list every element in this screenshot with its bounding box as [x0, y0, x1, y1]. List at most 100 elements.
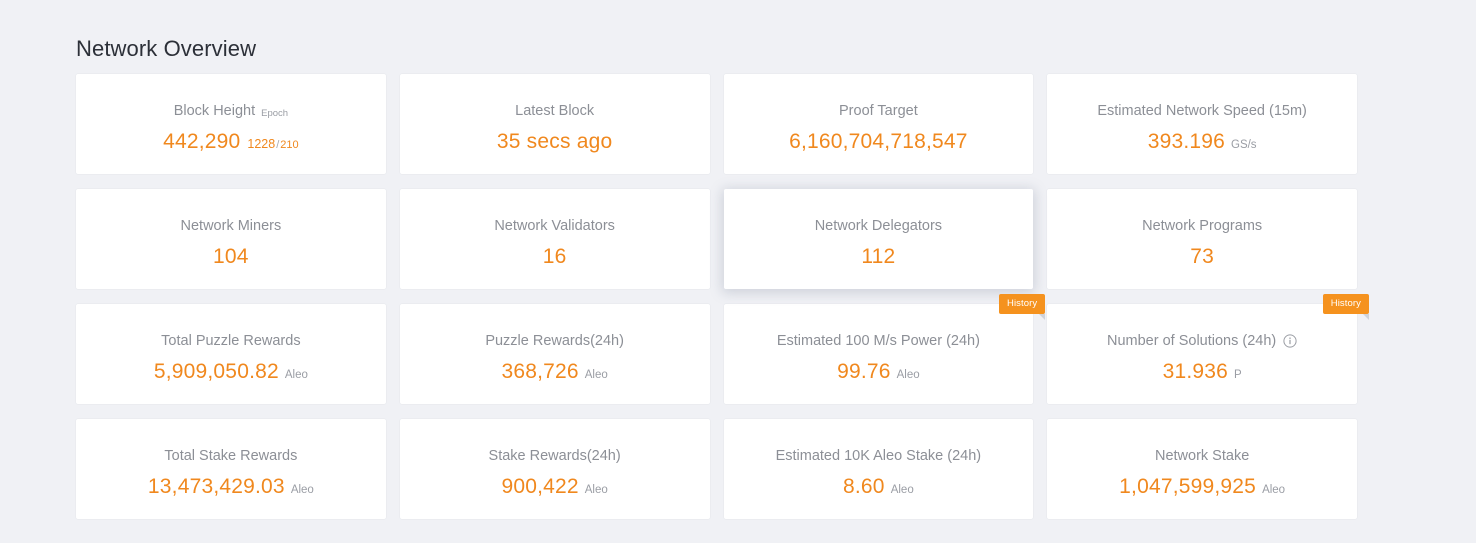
stat-card-label: Network Validators — [494, 217, 615, 235]
stat-card-label-text: Number of Solutions (24h) — [1107, 332, 1276, 350]
stat-card-label: Total Stake Rewards — [164, 447, 297, 465]
stat-card-value: 99.76 — [837, 359, 891, 384]
stat-card-value: 104 — [213, 244, 249, 269]
stat-card-label: Block Height Epoch — [174, 102, 288, 120]
stat-card-value-row: 13,473,429.03 Aleo — [148, 474, 314, 499]
history-badge-label: History — [1331, 298, 1361, 309]
stat-card-label: Total Puzzle Rewards — [161, 332, 300, 350]
stat-card-label: Network Miners — [181, 217, 282, 235]
stat-card-unit: Aleo — [891, 484, 914, 496]
stat-card-label-text: Block Height — [174, 102, 255, 120]
stat-card-value-row: 112 — [861, 244, 895, 269]
page-title: Network Overview — [76, 34, 256, 64]
stats-card-grid: Block Height Epoch 442,290 1228/210 Latest B… — [76, 74, 1357, 519]
stat-card-unit: GS/s — [1231, 139, 1257, 151]
stat-card-value: 1,047,599,925 — [1119, 474, 1256, 499]
stat-card[interactable]: HistoryNumber of Solutions (24h)31.936P — [1047, 304, 1357, 404]
stat-card-unit: Aleo — [291, 484, 314, 496]
stat-card-value-row: 5,909,050.82 Aleo — [154, 359, 308, 384]
stat-card-label-text: Network Programs — [1142, 217, 1262, 235]
stat-card[interactable]: Estimated 10K Aleo Stake (24h) 8.60 Aleo — [724, 419, 1034, 519]
stat-card-value: 13,473,429.03 — [148, 474, 285, 499]
stat-card-label-text: Stake Rewards(24h) — [489, 447, 621, 465]
stat-card[interactable]: Network Programs 73 — [1047, 189, 1357, 289]
stat-card-unit: Aleo — [585, 369, 608, 381]
stat-card-label-text: Estimated 100 M/s Power (24h) — [777, 332, 980, 350]
stat-card-value: 442,290 — [163, 129, 240, 154]
stat-card[interactable]: Total Stake Rewards 13,473,429.03 Aleo — [76, 419, 386, 519]
stat-card[interactable]: Block Height Epoch 442,290 1228/210 — [76, 74, 386, 174]
stat-card-label-text: Network Validators — [494, 217, 615, 235]
stat-card-value-row: 442,290 1228/210 — [163, 129, 299, 154]
stat-card-label-text: Proof Target — [839, 102, 918, 120]
history-badge[interactable]: History — [1323, 294, 1369, 314]
stat-card[interactable]: Network Stake 1,047,599,925 Aleo — [1047, 419, 1357, 519]
stat-card-label-text: Network Miners — [181, 217, 282, 235]
stat-card-value: 368,726 — [501, 359, 578, 384]
stat-card-unit: Aleo — [897, 369, 920, 381]
stat-card-value-row: 31.936 P — [1163, 359, 1242, 384]
stat-card-unit: P — [1234, 369, 1242, 381]
stat-card-value-row: 6,160,704,718,547 — [789, 129, 968, 154]
stat-card-value: 900,422 — [501, 474, 578, 499]
stat-card-label-text: Total Stake Rewards — [164, 447, 297, 465]
info-circle-icon[interactable] — [1283, 334, 1297, 348]
badge-fold-icon — [1039, 314, 1045, 320]
stat-card[interactable]: Stake Rewards(24h) 900,422Aleo — [400, 419, 710, 519]
stat-card-value-row: 393.196 GS/s — [1148, 129, 1257, 154]
stat-card-label-text: Estimated Network Speed (15m) — [1097, 102, 1307, 120]
stat-card[interactable]: Network Validators 16 — [400, 189, 710, 289]
stat-card[interactable]: Puzzle Rewards(24h) 368,726 Aleo — [400, 304, 710, 404]
stat-card-extra-b: 210 — [280, 139, 298, 151]
stat-card[interactable]: Latest Block 35 secs ago — [400, 74, 710, 174]
stat-card-label: Puzzle Rewards(24h) — [485, 332, 624, 350]
stat-card-value: 35 secs ago — [497, 129, 612, 154]
stat-card-label-text: Total Puzzle Rewards — [161, 332, 300, 350]
stat-card-value: 16 — [543, 244, 567, 269]
network-overview-page: Network Overview Block Height Epoch 442,29… — [0, 0, 1476, 543]
badge-fold-icon — [1363, 314, 1369, 320]
stat-card-value-row: 104 — [213, 244, 249, 269]
stat-card-label-text: Latest Block — [515, 102, 594, 120]
stat-card-label: Network Programs — [1142, 217, 1262, 235]
stat-card-label: Estimated 100 M/s Power (24h) — [777, 332, 980, 350]
history-badge[interactable]: History — [999, 294, 1045, 314]
stat-card-label: Number of Solutions (24h) — [1107, 332, 1297, 350]
stat-card[interactable]: Network Delegators 112 — [724, 189, 1034, 289]
stat-card-value-row: 99.76 Aleo — [837, 359, 920, 384]
stat-card-value-row: 8.60 Aleo — [843, 474, 914, 499]
history-badge-label: History — [1007, 298, 1037, 309]
stat-card-value-row: 73 — [1190, 244, 1214, 269]
stat-card[interactable]: Estimated Network Speed (15m) 393.196 GS/s — [1047, 74, 1357, 174]
stat-card-value-row: 900,422Aleo — [501, 474, 607, 499]
stat-card-value: 8.60 — [843, 474, 885, 499]
stat-card-label: Network Delegators — [815, 217, 942, 235]
stat-card-label-text: Estimated 10K Aleo Stake (24h) — [776, 447, 982, 465]
stat-card-label: Estimated Network Speed (15m) — [1097, 102, 1307, 120]
stat-card-value: 112 — [861, 244, 895, 269]
stat-card-label-text: Network Stake — [1155, 447, 1249, 465]
stat-card[interactable]: Total Puzzle Rewards 5,909,050.82 Aleo — [76, 304, 386, 404]
stat-card-value-row: 16 — [543, 244, 567, 269]
stat-card-label: Stake Rewards(24h) — [489, 447, 621, 465]
stat-card-label: Latest Block — [515, 102, 594, 120]
stat-card[interactable]: Proof Target 6,160,704,718,547 — [724, 74, 1034, 174]
stat-card-label-text: Network Delegators — [815, 217, 942, 235]
stat-card[interactable]: Network Miners 104 — [76, 189, 386, 289]
stat-card-extra: 1228/210 — [247, 137, 298, 151]
stat-card-label: Proof Target — [839, 102, 918, 120]
stat-card-value: 31.936 — [1163, 359, 1228, 384]
stat-card-value-row: 35 secs ago — [497, 129, 612, 154]
stat-card-value: 6,160,704,718,547 — [789, 129, 968, 154]
stat-card-value-row: 1,047,599,925 Aleo — [1119, 474, 1285, 499]
stat-card-extra-a: 1228 — [247, 137, 275, 151]
stat-card-label-text: Puzzle Rewards(24h) — [485, 332, 624, 350]
stat-card-sublabel: Epoch — [261, 105, 288, 123]
stat-card-value: 393.196 — [1148, 129, 1225, 154]
stat-card-value-row: 368,726 Aleo — [501, 359, 607, 384]
stat-card-unit: Aleo — [1262, 484, 1285, 496]
stat-card-label: Estimated 10K Aleo Stake (24h) — [776, 447, 982, 465]
stat-card[interactable]: HistoryEstimated 100 M/s Power (24h)99.7… — [724, 304, 1034, 404]
stat-card-value: 5,909,050.82 — [154, 359, 279, 384]
stat-card-unit: Aleo — [285, 369, 308, 381]
